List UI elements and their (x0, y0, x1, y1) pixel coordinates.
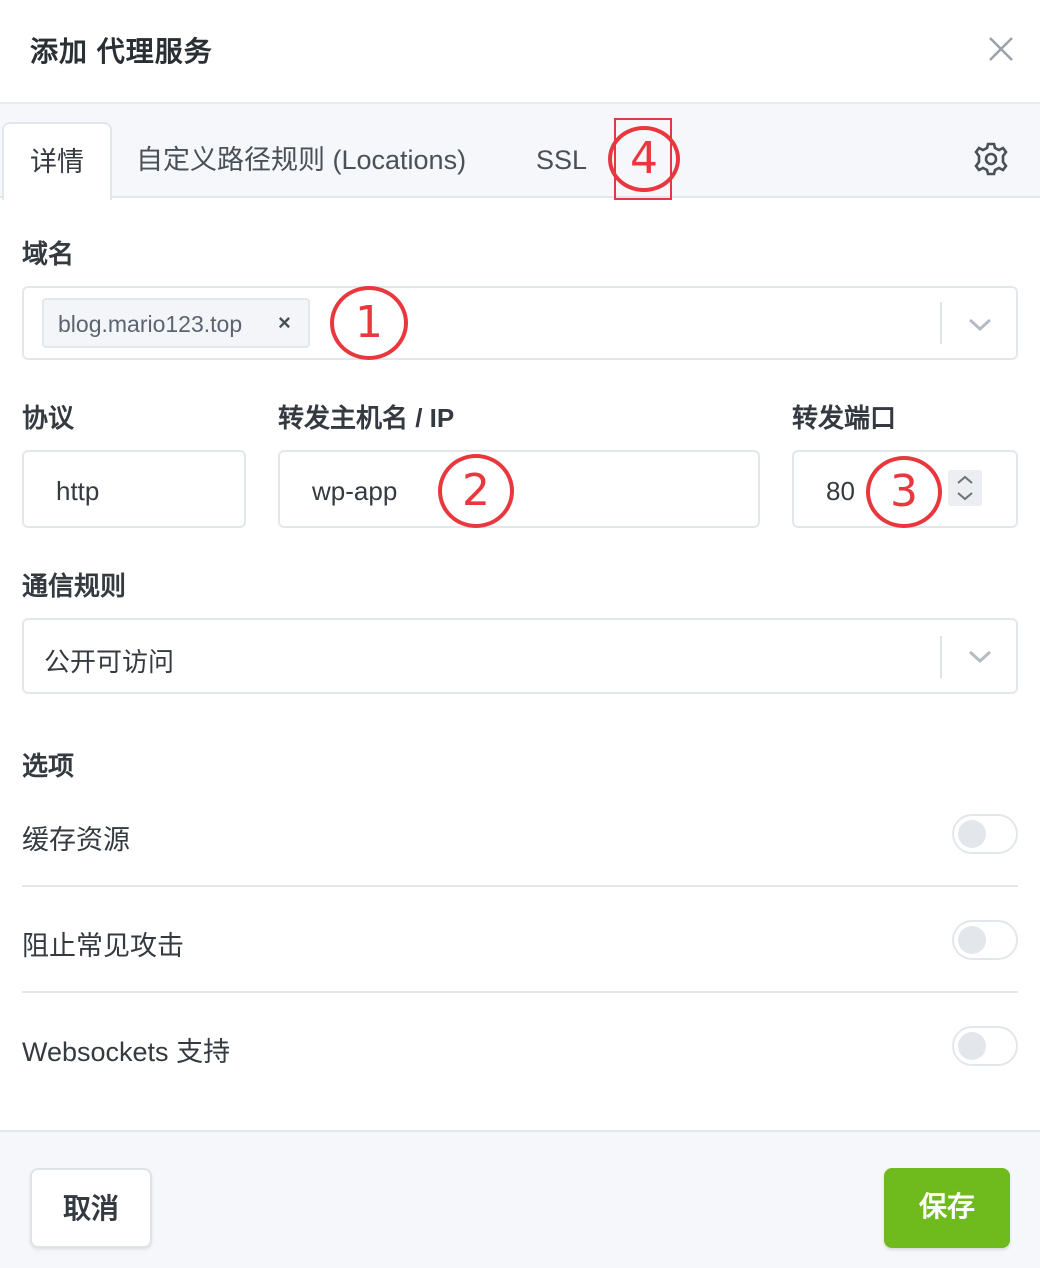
option-block-exploits-label: 阻止常见攻击 (22, 931, 184, 961)
annotation-3: 3 (866, 456, 942, 528)
scheme-label: 协议 (22, 403, 75, 433)
option-cache-assets-label: 缓存资源 (22, 825, 130, 855)
domain-label: 域名 (22, 239, 75, 269)
stepper-arrows-icon (957, 475, 973, 501)
options-heading: 选项 (22, 751, 75, 781)
save-button[interactable]: 保存 (884, 1168, 1010, 1248)
annotation-4: 4 (608, 126, 680, 192)
gear-icon[interactable] (972, 140, 1010, 178)
websockets-toggle[interactable] (952, 1026, 1018, 1066)
domain-chip-text: blog.mario123.top (58, 311, 243, 337)
cancel-button[interactable]: 取消 (30, 1168, 152, 1248)
toggle-knob (958, 926, 986, 954)
select-separator (940, 302, 942, 344)
port-stepper[interactable] (948, 470, 982, 506)
forward-port-label: 转发端口 (792, 403, 897, 433)
annotation-2: 2 (438, 454, 514, 528)
access-list-select[interactable]: 公开可访问 (22, 618, 1018, 694)
divider (22, 991, 1018, 993)
forward-host-input[interactable]: wp-app (278, 450, 760, 528)
forward-host-value: wp-app (312, 476, 398, 506)
chevron-down-icon[interactable] (966, 648, 994, 666)
cache-assets-toggle[interactable] (952, 814, 1018, 854)
domain-chip: blog.mario123.top × (42, 298, 310, 348)
tab-ssl[interactable]: SSL (510, 122, 613, 198)
chevron-down-icon[interactable] (966, 316, 994, 334)
block-exploits-toggle[interactable] (952, 920, 1018, 960)
scheme-value: http (56, 476, 100, 506)
dialog-header: 添加 代理服务 (0, 0, 1040, 104)
access-list-label: 通信规则 (22, 571, 127, 601)
toggle-knob (958, 1032, 986, 1060)
forward-port-value: 80 (826, 476, 855, 506)
dialog-title: 添加 代理服务 (30, 36, 213, 67)
access-list-value: 公开可访问 (44, 647, 175, 677)
toggle-knob (958, 820, 986, 848)
select-separator (940, 636, 942, 678)
scheme-field[interactable]: http (22, 450, 246, 528)
chip-remove-icon[interactable]: × (278, 310, 291, 336)
forward-host-label: 转发主机名 / IP (278, 403, 455, 433)
option-websockets-label: Websockets 支持 (22, 1037, 231, 1067)
close-icon[interactable] (984, 32, 1018, 66)
annotation-1: 1 (330, 286, 408, 360)
tab-details[interactable]: 详情 (2, 122, 112, 200)
divider (22, 885, 1018, 887)
tab-locations[interactable]: 自定义路径规则 (Locations) (110, 122, 492, 198)
